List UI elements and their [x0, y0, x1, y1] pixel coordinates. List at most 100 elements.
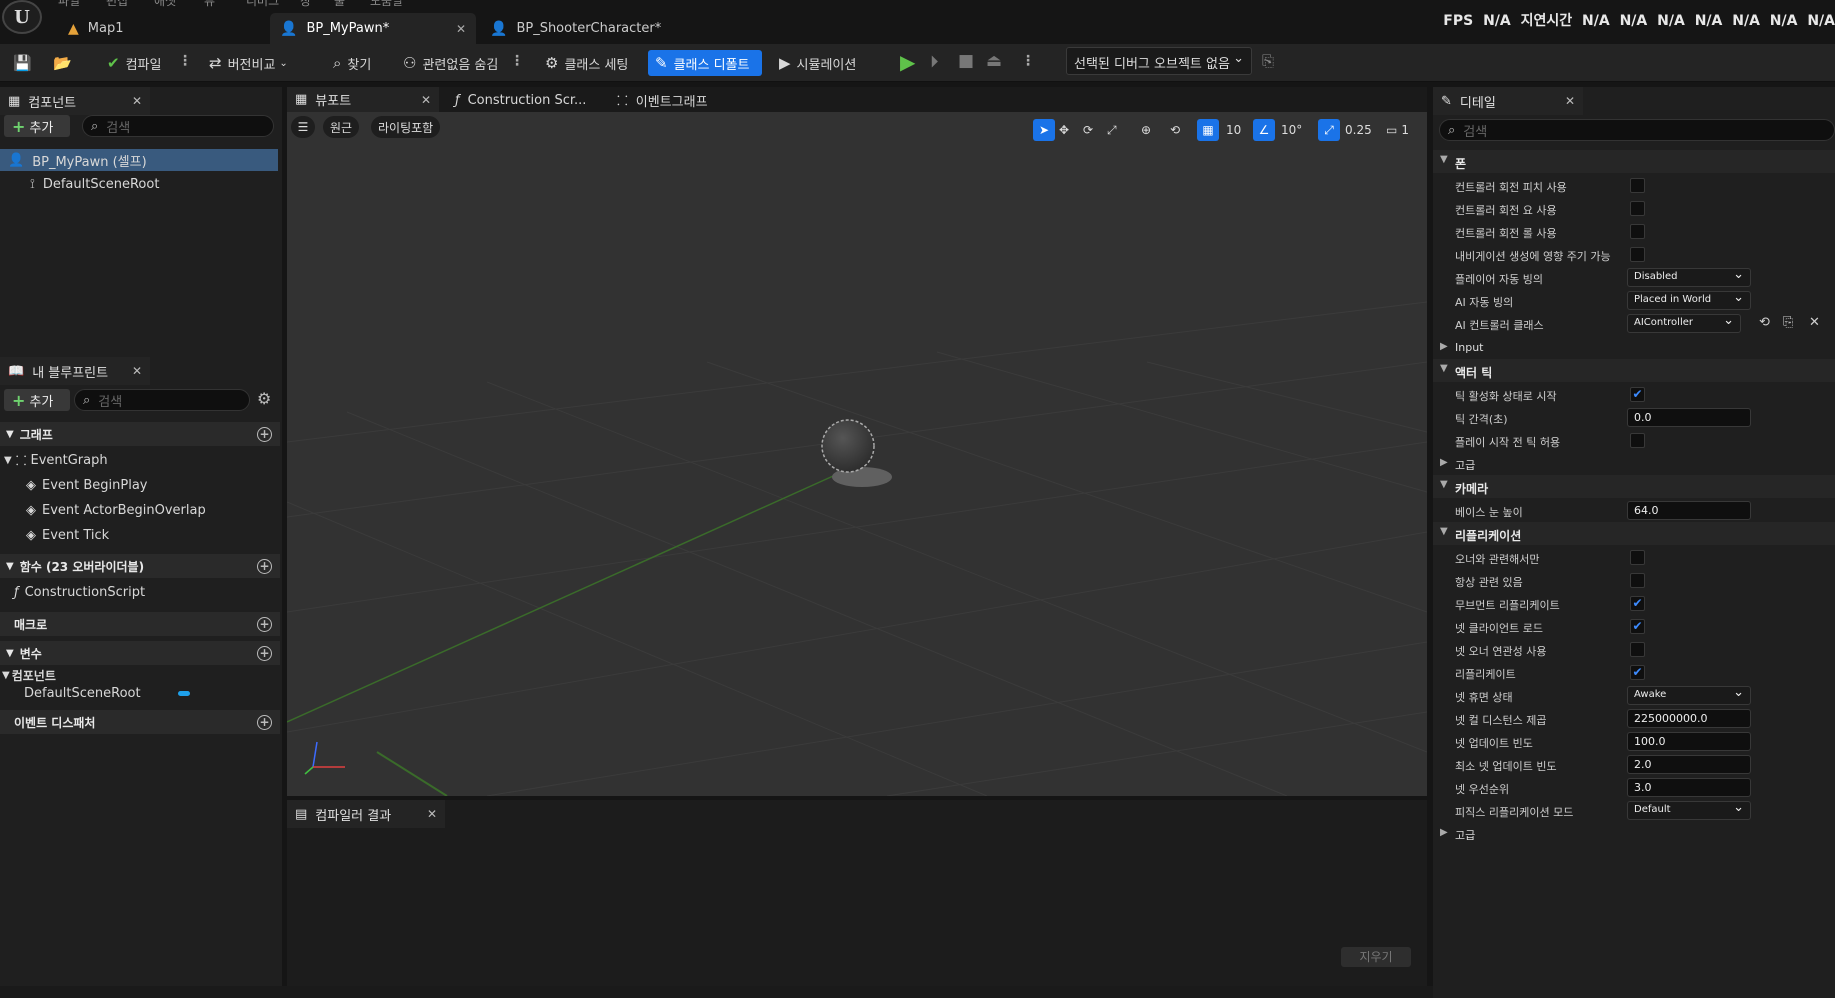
- surface-snap-button[interactable]: ⟲: [1170, 119, 1180, 141]
- close-icon[interactable]: ✕: [421, 93, 431, 107]
- class-defaults-button[interactable]: ✎ 클래스 디폴트: [648, 50, 762, 76]
- compile-button[interactable]: ✔ 컴파일: [100, 50, 168, 76]
- event-beginplay-item[interactable]: ◈ Event BeginPlay: [26, 474, 148, 496]
- tab-viewport[interactable]: ▦ 뷰포트 ✕: [287, 87, 439, 112]
- scale-snap-value[interactable]: 0.25: [1345, 119, 1372, 141]
- add-component-button[interactable]: + 추가: [4, 115, 70, 137]
- always-relevant-checkbox[interactable]: [1630, 573, 1645, 588]
- components-tab[interactable]: ▦ 컴포넌트 ✕: [0, 87, 150, 115]
- event-tick-item[interactable]: ◈ Event Tick: [26, 524, 109, 546]
- add-graph-icon[interactable]: +: [257, 426, 272, 442]
- compiler-results-tab[interactable]: ▤ 컴파일러 결과 ✕: [287, 800, 445, 828]
- scale-button[interactable]: ⤢: [1107, 119, 1117, 141]
- min-net-update-frequency-field[interactable]: 2.0: [1627, 755, 1751, 774]
- functions-section[interactable]: ▼ 함수 (23 오버라이더블) +: [0, 554, 280, 578]
- play-icon[interactable]: ▶: [900, 50, 915, 74]
- grid-snap-value[interactable]: 10: [1226, 119, 1241, 141]
- use-selected-icon[interactable]: ⟲: [1759, 315, 1770, 330]
- section-input[interactable]: ▶ Input: [1433, 336, 1835, 359]
- details-search-input[interactable]: ⌕ 검색: [1439, 119, 1835, 141]
- details-tab[interactable]: ✎ 디테일 ✕: [1433, 87, 1583, 115]
- variables-section[interactable]: ▼ 변수 +: [0, 641, 280, 665]
- net-cull-distance-field[interactable]: 225000000.0: [1627, 709, 1751, 728]
- graphs-section[interactable]: ▼ 그래프 +: [0, 422, 280, 446]
- save-button[interactable]: 💾: [6, 50, 45, 76]
- world-local-button[interactable]: ⊕: [1141, 119, 1151, 141]
- rotation-snap-toggle[interactable]: ∠: [1253, 119, 1275, 141]
- section-actor-tick[interactable]: ▼ 액터 틱: [1433, 359, 1835, 382]
- select-mode-button[interactable]: ➤: [1033, 119, 1055, 141]
- menu-window[interactable]: 창: [300, 0, 311, 9]
- auto-possess-ai-dropdown[interactable]: Placed in World: [1627, 290, 1751, 310]
- menu-help[interactable]: 도움말: [370, 0, 403, 9]
- tab-bp-shootercharacter[interactable]: 👤 BP_ShooterCharacter*: [480, 13, 690, 44]
- components-category[interactable]: ▼ 컴포넌트: [2, 667, 56, 683]
- find-button[interactable]: ⌕ 찾기: [326, 50, 378, 76]
- eject-icon[interactable]: ⏏: [986, 51, 1002, 71]
- use-yaw-checkbox[interactable]: [1630, 201, 1645, 216]
- use-roll-checkbox[interactable]: [1630, 224, 1645, 239]
- add-macro-icon[interactable]: +: [257, 616, 272, 632]
- components-search-input[interactable]: ⌕ 검색: [82, 115, 274, 137]
- camera-speed-button[interactable]: ▭ 1: [1386, 119, 1409, 141]
- add-variable-icon[interactable]: +: [257, 645, 272, 661]
- close-icon[interactable]: ✕: [456, 22, 466, 36]
- clear-button[interactable]: 지우기: [1341, 947, 1411, 967]
- browse-icon[interactable]: ⎘: [1783, 315, 1793, 330]
- net-use-owner-relevancy-checkbox[interactable]: [1630, 642, 1645, 657]
- rotation-snap-value[interactable]: 10°: [1281, 119, 1302, 141]
- grid-snap-toggle[interactable]: ▦: [1197, 119, 1219, 141]
- tab-map1[interactable]: ▲ Map1: [58, 13, 266, 44]
- clear-icon[interactable]: ✕: [1809, 315, 1820, 330]
- gear-icon[interactable]: ⚙: [257, 389, 271, 408]
- pawn-sphere[interactable]: [821, 419, 875, 473]
- section-advanced-tick[interactable]: ▶ 고급: [1433, 452, 1835, 475]
- replicates-checkbox[interactable]: ✔: [1630, 665, 1645, 680]
- base-eye-height-field[interactable]: 64.0: [1627, 501, 1751, 520]
- my-blueprint-tab[interactable]: 📖 내 블루프린트 ✕: [0, 357, 150, 385]
- stop-icon[interactable]: ■: [958, 51, 974, 71]
- blueprint-search-input[interactable]: ⌕ 검색: [74, 389, 250, 411]
- step-icon[interactable]: ⏵: [930, 52, 939, 72]
- lit-mode-button[interactable]: 라이팅포함: [371, 116, 441, 138]
- menu-edit[interactable]: 편집: [106, 0, 128, 9]
- perspective-button[interactable]: 원근: [323, 116, 360, 138]
- section-camera[interactable]: ▼ 카메라: [1433, 475, 1835, 498]
- nav-affects-checkbox[interactable]: [1630, 247, 1645, 262]
- browse-button[interactable]: 📂: [46, 50, 85, 76]
- tab-bp-mypawn[interactable]: 👤 BP_MyPawn* ✕: [270, 13, 476, 44]
- tab-construction-script[interactable]: ƒ Construction Scr...: [455, 89, 586, 111]
- menu-debug[interactable]: 디버그: [246, 0, 279, 9]
- debug-object-dropdown[interactable]: 선택된 디버그 오브젝트 없음 ⌄: [1066, 47, 1252, 75]
- tick-before-play-checkbox[interactable]: [1630, 433, 1645, 448]
- component-item-self[interactable]: 👤 BP_MyPawn (셀프): [0, 149, 278, 171]
- ai-controller-dropdown[interactable]: AIController: [1627, 313, 1741, 333]
- close-icon[interactable]: ✕: [427, 807, 437, 821]
- section-pawn[interactable]: ▼ 폰: [1433, 150, 1835, 173]
- use-pitch-checkbox[interactable]: [1630, 178, 1645, 193]
- close-icon[interactable]: ✕: [132, 94, 142, 108]
- viewport[interactable]: [287, 112, 1427, 796]
- unreal-logo-icon[interactable]: U: [2, 0, 42, 34]
- physics-replication-mode-dropdown[interactable]: Default: [1627, 800, 1751, 820]
- play-options-icon[interactable]: ⋮: [1021, 53, 1035, 69]
- diff-button[interactable]: ⇄ 버전비교 ⌄: [202, 50, 295, 76]
- compile-options-icon[interactable]: ⋮: [178, 53, 192, 69]
- macros-section[interactable]: 매크로 +: [0, 612, 280, 636]
- debug-find-icon[interactable]: ⎘: [1262, 52, 1274, 70]
- simulation-button[interactable]: ▶ 시뮬레이션: [772, 50, 863, 76]
- section-replication[interactable]: ▼ 리플리케이션: [1433, 522, 1835, 545]
- net-priority-field[interactable]: 3.0: [1627, 778, 1751, 797]
- replicate-movement-checkbox[interactable]: ✔: [1630, 596, 1645, 611]
- hide-unrelated-button[interactable]: ⚇ 관련없음 숨김: [396, 50, 505, 76]
- tick-interval-field[interactable]: 0.0: [1627, 408, 1751, 427]
- class-settings-button[interactable]: ⚙ 클래스 세팅: [538, 50, 635, 76]
- translate-button[interactable]: ✥: [1059, 119, 1069, 141]
- menu-tools[interactable]: 툴: [334, 0, 345, 9]
- construction-script-item[interactable]: ƒ ConstructionScript: [14, 581, 145, 603]
- menu-asset[interactable]: 애셋: [154, 0, 176, 9]
- close-icon[interactable]: ✕: [1565, 94, 1575, 108]
- add-member-button[interactable]: + 추가: [4, 389, 70, 411]
- rotate-button[interactable]: ⟳: [1083, 119, 1093, 141]
- event-actorbeginoverlap-item[interactable]: ◈ Event ActorBeginOverlap: [26, 499, 206, 521]
